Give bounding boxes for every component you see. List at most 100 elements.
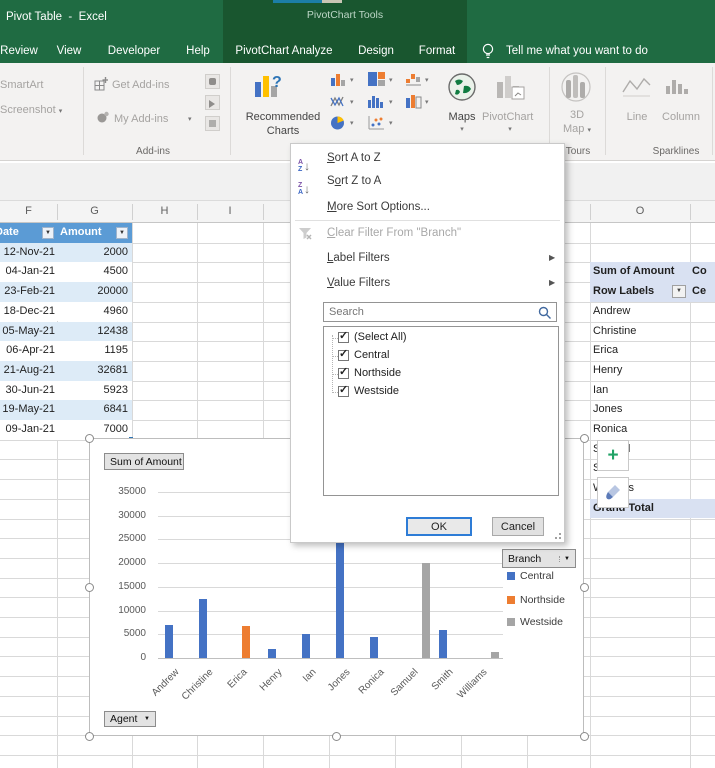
date-cell[interactable]: 12-Nov-21 bbox=[0, 246, 55, 258]
insert-column-chart-icon[interactable] bbox=[330, 72, 347, 87]
pivotchart-button[interactable]: PivotChart bbox=[482, 111, 533, 123]
insert-pie-chart-icon[interactable] bbox=[330, 115, 346, 131]
column-header-O[interactable]: O bbox=[636, 205, 645, 217]
store-icon[interactable] bbox=[205, 74, 220, 89]
column-header-H[interactable]: H bbox=[161, 205, 169, 217]
amount-cell[interactable]: 32681 bbox=[60, 364, 128, 376]
column-header-G[interactable]: G bbox=[90, 205, 99, 217]
amount-cell[interactable]: 6841 bbox=[60, 403, 128, 415]
amount-cell[interactable]: 4960 bbox=[60, 305, 128, 317]
row-labels-filter-button[interactable]: ▼ bbox=[672, 285, 686, 298]
tab-developer[interactable]: Developer bbox=[108, 45, 160, 57]
date-cell[interactable]: 09-Jan-21 bbox=[0, 423, 55, 435]
menu-item-label-filters[interactable]: Label Filters▶ bbox=[291, 248, 564, 271]
chevron-down-icon[interactable]: ▾ bbox=[460, 125, 464, 133]
chevron-down-icon[interactable]: ▾ bbox=[389, 98, 393, 106]
chart-selection-handle[interactable] bbox=[332, 732, 341, 741]
chart-selection-handle[interactable] bbox=[580, 434, 589, 443]
3d-map-button[interactable]: 3D bbox=[570, 109, 584, 121]
chart-selection-handle[interactable] bbox=[85, 434, 94, 443]
menu-item-more-sort-options[interactable]: More Sort Options... bbox=[291, 197, 564, 220]
search-input[interactable]: Search bbox=[323, 302, 557, 322]
insert-scatter-chart-icon[interactable] bbox=[367, 115, 386, 131]
filter-value-list[interactable]: ✓(Select All)✓Central✓Northside✓Westside bbox=[323, 326, 559, 496]
insert-stock-chart-icon[interactable] bbox=[330, 94, 347, 109]
pivot-row-label[interactable]: Henry bbox=[593, 364, 622, 376]
chart-elements-button[interactable]: + bbox=[597, 440, 629, 471]
recommended-charts-label2[interactable]: Charts bbox=[267, 125, 299, 137]
pivot-row-label[interactable]: Andrew bbox=[593, 305, 630, 317]
cancel-button[interactable]: Cancel bbox=[492, 517, 544, 536]
chevron-down-icon[interactable]: ▾ bbox=[350, 98, 354, 106]
insert-hierarchy-chart-icon[interactable] bbox=[367, 71, 386, 87]
pivot-row-label[interactable]: Erica bbox=[593, 344, 618, 356]
insert-combo-chart-icon[interactable] bbox=[405, 93, 423, 109]
menu-item-value-filters[interactable]: Value Filters▶ bbox=[291, 273, 564, 296]
amount-cell[interactable]: 1195 bbox=[60, 344, 128, 356]
chart-selection-handle[interactable] bbox=[580, 583, 589, 592]
tab-review[interactable]: Review bbox=[0, 45, 38, 57]
get-addins-button[interactable]: Get Add-ins bbox=[112, 79, 169, 91]
date-cell[interactable]: 18-Dec-21 bbox=[0, 305, 55, 317]
amount-cell[interactable]: 7000 bbox=[60, 423, 128, 435]
axis-field-button[interactable]: Agent▼ bbox=[104, 711, 156, 727]
legend-field-button[interactable]: Branch▼ bbox=[502, 549, 576, 568]
resize-grip[interactable] bbox=[553, 531, 561, 539]
bing-addin-icon[interactable] bbox=[205, 95, 220, 110]
date-cell[interactable]: 05-May-21 bbox=[0, 325, 55, 337]
ok-button[interactable]: OK bbox=[406, 517, 472, 536]
screenshot-button[interactable]: Screenshot ▾ bbox=[0, 104, 62, 116]
filter-checkbox-northside[interactable]: ✓ bbox=[338, 368, 349, 379]
insert-histogram-chart-icon[interactable] bbox=[367, 93, 386, 109]
amount-cell[interactable]: 5923 bbox=[60, 384, 128, 396]
amount-cell[interactable]: 12438 bbox=[60, 325, 128, 337]
date-cell[interactable]: 04-Jan-21 bbox=[0, 265, 55, 277]
date-cell[interactable]: 06-Apr-21 bbox=[0, 344, 55, 356]
menu-item-sort-z-to-a[interactable]: ZA↓Sort Z to A bbox=[291, 171, 564, 194]
tell-me-box[interactable]: Tell me what you want to do bbox=[506, 45, 648, 57]
amount-cell[interactable]: 2000 bbox=[60, 246, 128, 258]
insert-waterfall-chart-icon[interactable] bbox=[405, 71, 423, 87]
pivot-row-label[interactable]: Ian bbox=[593, 384, 608, 396]
filter-checkbox-select-all[interactable]: ✓ bbox=[338, 332, 349, 343]
menu-item-sort-a-to-z[interactable]: AZ↓Sort A to Z bbox=[291, 148, 564, 171]
recommended-charts-button[interactable]: Recommended bbox=[246, 111, 321, 123]
chevron-down-icon[interactable]: ▾ bbox=[425, 98, 429, 106]
chart-selection-handle[interactable] bbox=[85, 583, 94, 592]
maps-button[interactable]: Maps bbox=[449, 111, 476, 123]
tab-pivotchart-analyze[interactable]: PivotChart Analyze bbox=[235, 45, 332, 57]
chevron-down-icon[interactable]: ▾ bbox=[350, 76, 354, 84]
people-graph-icon[interactable] bbox=[205, 116, 220, 131]
pivot-row-label[interactable]: Jones bbox=[593, 403, 622, 415]
date-cell[interactable]: 21-Aug-21 bbox=[0, 364, 55, 376]
my-addins-button[interactable]: My Add-ins bbox=[114, 113, 168, 125]
sparkline-line-button[interactable]: Line bbox=[627, 111, 648, 123]
chart-styles-button[interactable] bbox=[597, 477, 629, 508]
chevron-down-icon[interactable]: ▾ bbox=[389, 76, 393, 84]
chevron-down-icon[interactable]: ▾ bbox=[350, 119, 354, 127]
tab-help[interactable]: Help bbox=[186, 45, 210, 57]
pivot-row-label[interactable]: Christine bbox=[593, 325, 636, 337]
search-icon[interactable] bbox=[538, 306, 552, 320]
amount-cell[interactable]: 4500 bbox=[60, 265, 128, 277]
filter-checkbox-central[interactable]: ✓ bbox=[338, 350, 349, 361]
smartart-button[interactable]: SmartArt bbox=[0, 79, 43, 91]
tab-design[interactable]: Design bbox=[358, 45, 394, 57]
date-cell[interactable]: 23-Feb-21 bbox=[0, 285, 55, 297]
date-filter-button[interactable]: ▼ bbox=[42, 227, 54, 239]
amount-cell[interactable]: 20000 bbox=[60, 285, 128, 297]
tab-view[interactable]: View bbox=[57, 45, 82, 57]
sparkline-column-button[interactable]: Column bbox=[662, 111, 700, 123]
filter-checkbox-westside[interactable]: ✓ bbox=[338, 386, 349, 397]
amount-filter-button[interactable]: ▼ bbox=[116, 227, 128, 239]
date-cell[interactable]: 30-Jun-21 bbox=[0, 384, 55, 396]
pivot-row-label[interactable]: Ronica bbox=[593, 423, 627, 435]
column-header-I[interactable]: I bbox=[228, 205, 231, 217]
tab-format[interactable]: Format bbox=[419, 45, 455, 57]
chart-selection-handle[interactable] bbox=[85, 732, 94, 741]
value-field-button[interactable]: Sum of Amount bbox=[104, 453, 184, 470]
chevron-down-icon[interactable]: ▾ bbox=[425, 76, 429, 84]
date-cell[interactable]: 19-May-21 bbox=[0, 403, 55, 415]
column-header-F[interactable]: F bbox=[25, 205, 32, 217]
chevron-down-icon[interactable]: ▾ bbox=[389, 119, 393, 127]
